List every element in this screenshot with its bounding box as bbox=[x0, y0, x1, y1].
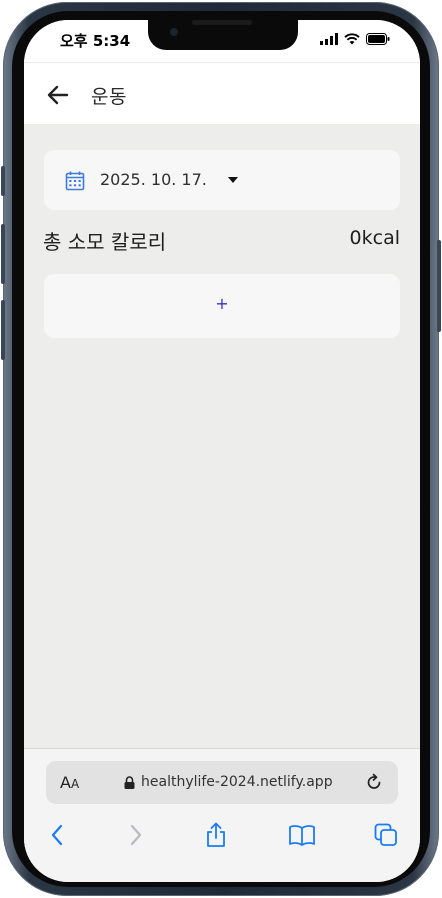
forward-nav-button[interactable] bbox=[120, 819, 152, 851]
tabs-button[interactable] bbox=[370, 819, 402, 851]
date-value: 2025. 10. 17. bbox=[100, 170, 207, 189]
lock-icon bbox=[124, 776, 135, 789]
bookmarks-button[interactable] bbox=[286, 819, 318, 851]
share-button[interactable] bbox=[200, 819, 232, 851]
page-title: 운동 bbox=[91, 86, 127, 108]
speaker bbox=[192, 20, 252, 25]
main-content: 2025. 10. 17. 총 소모 칼로리 0kcal + bbox=[24, 124, 420, 748]
total-calories-value: 0kcal bbox=[349, 227, 400, 249]
battery-icon bbox=[366, 33, 390, 45]
text-size-button[interactable]: AA bbox=[60, 773, 79, 792]
add-exercise-button[interactable]: + bbox=[44, 274, 400, 338]
address-bar[interactable]: AA healthylife-2024.netlify.app bbox=[46, 761, 398, 804]
book-icon bbox=[289, 825, 315, 846]
tabs-icon bbox=[374, 823, 397, 846]
calendar-icon bbox=[65, 171, 85, 191]
safari-bottom-bar: AA healthylife-2024.netlify.app bbox=[24, 748, 420, 882]
back-button[interactable] bbox=[44, 81, 72, 109]
url-text: healthylife-2024.netlify.app bbox=[141, 774, 333, 790]
front-camera bbox=[170, 28, 178, 36]
chevron-left-icon bbox=[51, 824, 63, 846]
volume-up-button bbox=[1, 224, 5, 284]
power-button bbox=[437, 240, 441, 332]
text-size-large: A bbox=[60, 773, 71, 792]
app-header: 운동 bbox=[24, 62, 420, 125]
caret-down-icon bbox=[228, 177, 238, 183]
browser-toolbar bbox=[24, 819, 420, 855]
reload-icon[interactable] bbox=[364, 772, 384, 792]
arrow-left-icon bbox=[47, 85, 69, 105]
signal-icon bbox=[320, 33, 338, 45]
status-icons bbox=[320, 33, 390, 45]
phone-screen: 오후 5:34 운동 2025. 10. 17. 총 소모 칼로리 0kcal … bbox=[24, 20, 420, 882]
share-icon bbox=[207, 822, 225, 847]
wifi-icon bbox=[344, 33, 360, 45]
plus-icon: + bbox=[215, 294, 229, 313]
volume-down-button bbox=[1, 300, 5, 360]
chevron-right-icon bbox=[130, 824, 142, 846]
date-picker[interactable]: 2025. 10. 17. bbox=[44, 150, 400, 210]
notch bbox=[148, 20, 298, 50]
status-time: 오후 5:34 bbox=[60, 32, 131, 50]
total-calories-label: 총 소모 칼로리 bbox=[43, 230, 167, 254]
status-bar: 오후 5:34 bbox=[24, 20, 420, 62]
back-nav-button[interactable] bbox=[41, 819, 73, 851]
text-size-small: A bbox=[70, 777, 80, 791]
silent-switch bbox=[1, 166, 5, 196]
